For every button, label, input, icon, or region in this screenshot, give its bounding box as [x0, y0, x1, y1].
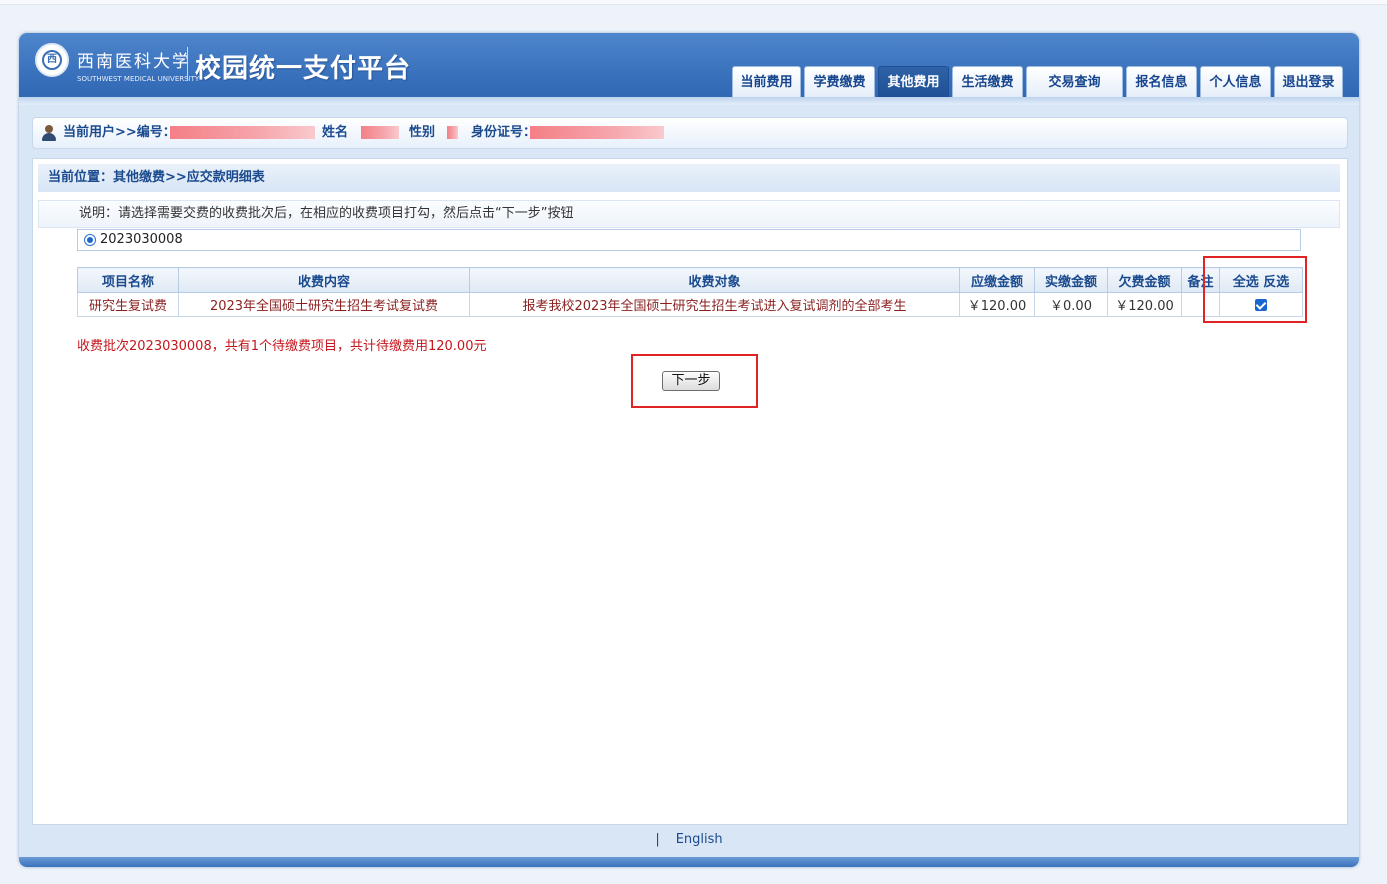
- redacted-name: [361, 126, 399, 139]
- highlight-select-column: [1203, 256, 1307, 323]
- redacted-user-id: [170, 126, 315, 139]
- nav-other-fees[interactable]: 其他费用: [878, 66, 949, 97]
- breadcrumb: 当前位置：其他缴费>>应交款明细表: [38, 164, 1340, 192]
- platform-title: 校园统一支付平台: [195, 54, 412, 84]
- next-step-button[interactable]: 下一步: [662, 371, 720, 391]
- table-row: 研究生复试费 2023年全国硕士研究生招生考试复试费 报考我校2023年全国硕士…: [77, 292, 1303, 317]
- table-header-row: 项目名称 收费内容 收费对象 应缴金额 实缴金额 欠费金额 备注 全选 反选: [77, 267, 1303, 293]
- current-user-label: 当前用户>>编号：: [63, 125, 176, 140]
- header: 西 西南医科大学 SOUTHWEST MEDICAL UNIVERSITY 校园…: [19, 33, 1359, 103]
- cell-fee-target: 报考我校2023年全国硕士研究生招生考试进入复试调剂的全部考生: [469, 292, 960, 317]
- title-divider: [187, 47, 188, 81]
- header-amount-due: 应缴金额: [959, 267, 1035, 293]
- batch-summary: 收费批次2023030008，共有1个待缴费项目，共计待缴费用120.00元: [77, 339, 487, 354]
- batch-radio[interactable]: [84, 234, 96, 246]
- instruction-note: 说明：请选择需要交费的收费批次后，在相应的收费项目打勾，然后点击“下一步”按钮: [38, 200, 1340, 228]
- name-label: 姓名: [322, 125, 349, 140]
- nav-transactions[interactable]: 交易查询: [1026, 66, 1123, 97]
- cell-amount-due: ￥120.00: [959, 292, 1035, 317]
- id-number-label: 身份证号：: [471, 125, 537, 140]
- header-divider: [19, 97, 1359, 105]
- university-name: 西南医科大学: [77, 52, 191, 72]
- redacted-gender: [447, 126, 458, 139]
- gender-label: 性别: [409, 125, 436, 140]
- cell-fee-content: 2023年全国硕士研究生招生考试复试费: [178, 292, 470, 317]
- header-fee-content: 收费内容: [178, 267, 470, 293]
- footer: | English: [19, 825, 1359, 855]
- cell-item-name: 研究生复试费: [77, 292, 179, 317]
- cell-amount-owed: ￥120.00: [1107, 292, 1182, 317]
- nav-current-fees[interactable]: 当前费用: [732, 66, 801, 97]
- header-item-name: 项目名称: [77, 267, 179, 293]
- header-amount-paid: 实缴金额: [1034, 267, 1108, 293]
- user-info-bar: 当前用户>>编号： 姓名 性别 身份证号：: [32, 117, 1348, 149]
- cell-amount-paid: ￥0.00: [1034, 292, 1108, 317]
- redacted-id-number: [530, 126, 664, 139]
- nav-living-fees[interactable]: 生活缴费: [952, 66, 1023, 97]
- fee-table: 项目名称 收费内容 收费对象 应缴金额 实缴金额 欠费金额 备注 全选 反选 研…: [77, 267, 1303, 317]
- bottom-strip: [19, 857, 1359, 867]
- main-content: 当前位置：其他缴费>>应交款明细表 说明：请选择需要交费的收费批次后，在相应的收…: [32, 158, 1348, 825]
- nav-registration[interactable]: 报名信息: [1126, 66, 1197, 97]
- nav-tuition[interactable]: 学费缴费: [804, 66, 875, 97]
- university-name-en: SOUTHWEST MEDICAL UNIVERSITY: [77, 75, 200, 83]
- user-icon: [41, 125, 57, 141]
- batch-option[interactable]: 2023030008: [77, 229, 1301, 251]
- app-frame: 西 西南医科大学 SOUTHWEST MEDICAL UNIVERSITY 校园…: [19, 33, 1359, 867]
- university-logo-icon: 西: [35, 43, 69, 77]
- header-fee-target: 收费对象: [469, 267, 960, 293]
- nav-logout[interactable]: 退出登录: [1274, 66, 1343, 97]
- top-strip: [0, 0, 1387, 5]
- footer-separator: |: [655, 832, 660, 847]
- header-amount-owed: 欠费金额: [1107, 267, 1182, 293]
- english-link[interactable]: English: [676, 832, 723, 847]
- nav-personal-info[interactable]: 个人信息: [1200, 66, 1271, 97]
- batch-number: 2023030008: [100, 232, 183, 247]
